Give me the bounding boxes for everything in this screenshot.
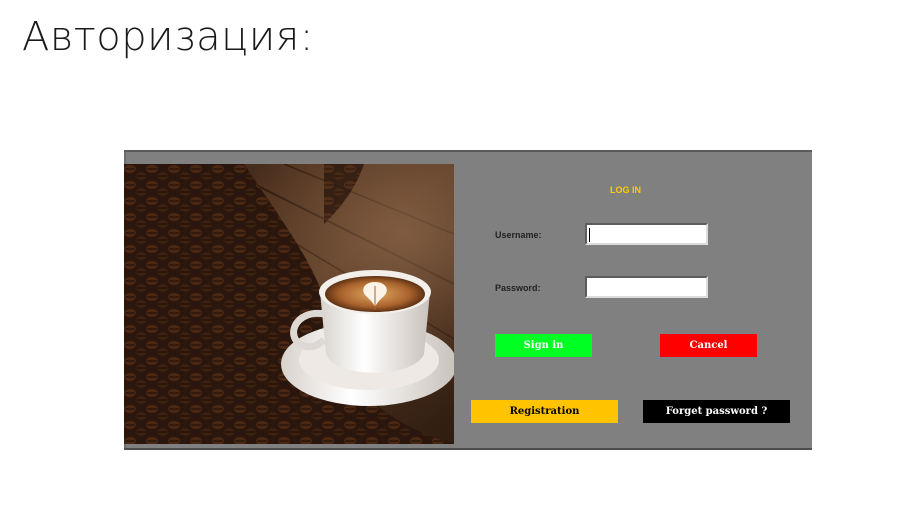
slide-title: Авторизация: (22, 14, 314, 60)
password-label: Password: (495, 283, 541, 293)
forget-password-button[interactable]: Forget password ? (643, 400, 790, 423)
coffee-image (124, 164, 454, 444)
login-window: LOG IN Username: Password: Sign in Cance… (124, 150, 812, 450)
username-label: Username: (495, 230, 542, 240)
username-input[interactable] (585, 223, 708, 245)
sign-in-button[interactable]: Sign in (495, 334, 592, 357)
cancel-button[interactable]: Cancel (660, 334, 757, 357)
text-caret (589, 228, 590, 242)
login-heading: LOG IN (610, 185, 641, 195)
registration-button[interactable]: Registration (471, 400, 618, 423)
password-input[interactable] (585, 276, 708, 298)
